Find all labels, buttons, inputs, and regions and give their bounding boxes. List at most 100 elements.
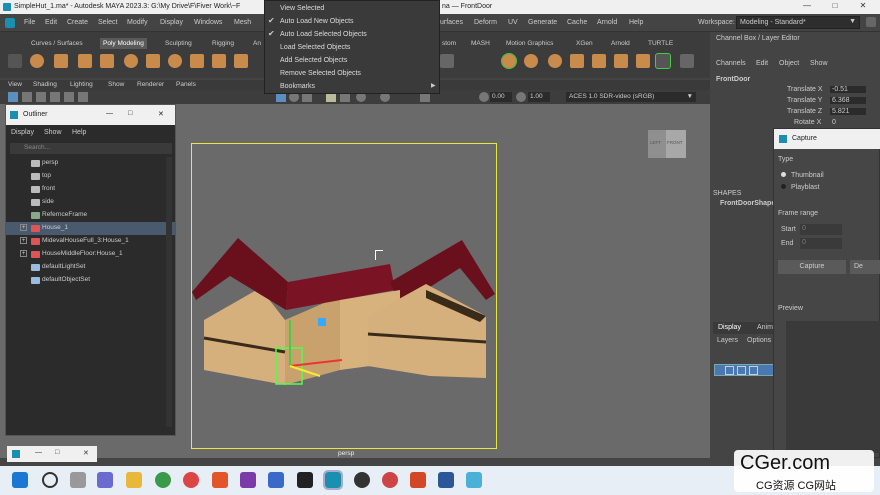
viewcube-left-face[interactable]: LEFT bbox=[648, 130, 666, 158]
panel-menu-shading[interactable]: Shading bbox=[33, 81, 57, 88]
outliner-menu-help[interactable]: Help bbox=[72, 129, 86, 136]
powerpoint-icon[interactable] bbox=[410, 472, 426, 488]
menu-windows[interactable]: Windows bbox=[194, 19, 222, 26]
menu-uv[interactable]: UV bbox=[508, 19, 518, 26]
close-button[interactable]: ✕ bbox=[158, 110, 164, 118]
target-weld-icon[interactable] bbox=[592, 54, 606, 68]
notion-icon[interactable] bbox=[297, 472, 313, 488]
minimize-button[interactable]: — bbox=[106, 110, 113, 117]
viewcube-front-face[interactable]: FRONT bbox=[666, 130, 686, 158]
onenote-icon[interactable] bbox=[240, 472, 256, 488]
attr-translate-z-value[interactable]: 5.821 bbox=[830, 108, 866, 115]
playblast-radio[interactable] bbox=[781, 184, 786, 189]
tab-display[interactable]: Display bbox=[718, 324, 741, 331]
menu-edit[interactable]: Edit bbox=[45, 19, 57, 26]
menu-display[interactable]: Display bbox=[160, 19, 183, 26]
pivot-handle[interactable] bbox=[318, 318, 326, 326]
minimize-button[interactable]: — bbox=[796, 1, 818, 13]
shelf-tab-xgen[interactable]: XGen bbox=[573, 38, 596, 49]
bevel-icon[interactable] bbox=[524, 54, 538, 68]
channels-menu[interactable]: Channels bbox=[716, 60, 746, 67]
shelf-tab-rigging[interactable]: Rigging bbox=[209, 38, 237, 49]
quad-draw-icon[interactable] bbox=[636, 54, 650, 68]
scrollbar[interactable] bbox=[166, 157, 172, 427]
poly-sphere-icon[interactable] bbox=[30, 54, 44, 68]
menu-item-add-selected[interactable]: Add Selected Objects bbox=[280, 57, 347, 64]
notepad-icon[interactable] bbox=[466, 472, 482, 488]
viewcube[interactable]: LEFT FRONT bbox=[648, 126, 688, 160]
grid-icon[interactable] bbox=[64, 92, 74, 102]
menu-deform[interactable]: Deform bbox=[474, 19, 497, 26]
freeze-transform-icon[interactable] bbox=[440, 54, 454, 68]
house-model[interactable] bbox=[190, 230, 500, 400]
maximize-button[interactable]: □ bbox=[128, 110, 132, 117]
menu-select[interactable]: Select bbox=[98, 19, 117, 26]
attribute-editor-icon[interactable] bbox=[680, 54, 694, 68]
poly-cube-icon[interactable] bbox=[54, 54, 68, 68]
edit-menu[interactable]: Edit bbox=[756, 60, 768, 67]
outliner-item[interactable]: top bbox=[6, 170, 175, 183]
outliner-menu-show[interactable]: Show bbox=[44, 129, 62, 136]
layer-row[interactable] bbox=[714, 364, 776, 376]
outliner-item[interactable]: + MidevalHouseFull_3:House_1 bbox=[6, 235, 175, 248]
expand-icon[interactable]: + bbox=[20, 224, 27, 231]
shelf-tab-poly-modeling[interactable]: Poly Modeling bbox=[100, 38, 147, 49]
chrome-icon[interactable] bbox=[155, 472, 171, 488]
gamma-icon[interactable] bbox=[516, 92, 526, 102]
app-icon[interactable] bbox=[354, 472, 370, 488]
poly-disc-icon[interactable] bbox=[168, 54, 182, 68]
menu-item-load-selected[interactable]: Load Selected Objects bbox=[280, 44, 350, 51]
menu-item-auto-load-selected[interactable]: Auto Load Selected Objects bbox=[280, 31, 367, 38]
start-field[interactable]: 0 bbox=[800, 224, 842, 235]
panel-menu-view[interactable]: View bbox=[8, 81, 22, 88]
close-button[interactable]: ✕ bbox=[83, 449, 89, 457]
shelf-tab-mash[interactable]: MASH bbox=[468, 38, 493, 49]
image-plane-icon[interactable] bbox=[50, 92, 60, 102]
menu-modify[interactable]: Modify bbox=[127, 19, 148, 26]
smooth-icon[interactable] bbox=[234, 54, 248, 68]
visibility-toggle[interactable] bbox=[725, 366, 734, 375]
panel-menu-show[interactable]: Show bbox=[108, 81, 124, 88]
menu-item-remove-selected[interactable]: Remove Selected Objects bbox=[280, 70, 361, 77]
menu-mesh[interactable]: Mesh bbox=[234, 19, 251, 26]
minimize-button[interactable]: — bbox=[35, 449, 42, 456]
tab-anim[interactable]: Anim bbox=[757, 324, 773, 331]
menu-help[interactable]: Help bbox=[629, 19, 643, 26]
panel-menu-lighting[interactable]: Lighting bbox=[70, 81, 93, 88]
word-icon[interactable] bbox=[438, 472, 454, 488]
outliner-item[interactable]: RefernceFrame bbox=[6, 209, 175, 222]
outliner-menu-display[interactable]: Display bbox=[11, 129, 34, 136]
workspace-dropdown[interactable]: Modeling - Standard* ▼ bbox=[736, 16, 860, 29]
combine-icon[interactable] bbox=[190, 54, 204, 68]
expand-icon[interactable]: + bbox=[20, 250, 27, 257]
attr-translate-y-value[interactable]: 6.368 bbox=[830, 97, 866, 104]
menu-generate[interactable]: Generate bbox=[528, 19, 557, 26]
chrome-icon[interactable] bbox=[183, 472, 199, 488]
attr-rotate-x-value[interactable]: 0 bbox=[830, 119, 866, 126]
windows-start-icon[interactable] bbox=[12, 472, 28, 488]
chat-icon[interactable] bbox=[97, 472, 113, 488]
mirror-icon[interactable] bbox=[614, 54, 628, 68]
menu-cache[interactable]: Cache bbox=[567, 19, 587, 26]
shelf-tab-custom[interactable]: stom bbox=[439, 38, 459, 49]
outliner-item[interactable]: front bbox=[6, 183, 175, 196]
search-icon[interactable] bbox=[42, 472, 58, 488]
film-gate-icon[interactable] bbox=[78, 92, 88, 102]
gamma-field[interactable]: 1.00 bbox=[528, 92, 550, 102]
maximize-button[interactable]: □ bbox=[824, 1, 846, 13]
menu-arnold[interactable]: Arnold bbox=[597, 19, 617, 26]
task-view-icon[interactable] bbox=[70, 472, 86, 488]
outliner-item[interactable]: side bbox=[6, 196, 175, 209]
camera-attributes-icon[interactable] bbox=[22, 92, 32, 102]
shelf-tab-curves[interactable]: Curves / Surfaces bbox=[28, 38, 86, 49]
shelf-tab-sculpting[interactable]: Sculpting bbox=[162, 38, 195, 49]
workspace-settings-icon[interactable] bbox=[866, 17, 876, 27]
menu-surfaces[interactable]: urfaces bbox=[440, 19, 463, 26]
maximize-button[interactable]: □ bbox=[55, 449, 59, 456]
attr-translate-x-value[interactable]: -0.51 bbox=[830, 86, 866, 93]
thumbnail-radio[interactable] bbox=[781, 172, 786, 177]
shelf-tab-motion-graphics[interactable]: Motion Graphics bbox=[503, 38, 556, 49]
exposure-icon[interactable] bbox=[479, 92, 489, 102]
brave-icon[interactable] bbox=[212, 472, 228, 488]
shelf-tab-animation[interactable]: An bbox=[250, 38, 264, 49]
